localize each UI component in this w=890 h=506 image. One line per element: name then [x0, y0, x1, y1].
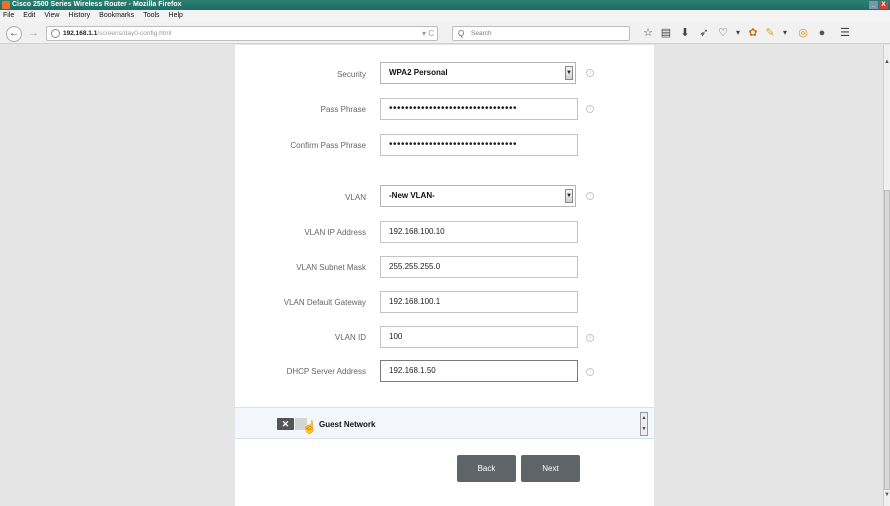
pass-phrase-label: Pass Phrase [320, 105, 366, 114]
send-icon[interactable]: ➶ [697, 26, 711, 40]
info-icon[interactable]: i [586, 69, 594, 77]
library-icon[interactable]: ▤ [659, 26, 673, 40]
guest-network-section: ✕ ☝ Guest Network ▲ ▼ [235, 407, 654, 439]
vlan-value: -New VLAN- [389, 191, 435, 200]
vlan-gateway-input[interactable]: 192.168.100.1 [380, 291, 578, 313]
star-icon[interactable]: ☆ [641, 26, 655, 40]
info-icon[interactable]: i [586, 334, 594, 342]
reload-icon[interactable]: ▾ C [422, 27, 434, 40]
pocket-icon[interactable]: ♡ [716, 26, 730, 40]
page-scrollbar[interactable]: ▲ ▼ [883, 45, 890, 506]
navigation-toolbar: ← → 192.168.1.1/screens/day0-config.html… [0, 22, 890, 44]
dhcp-server-input[interactable]: 192.168.1.50 [380, 360, 578, 382]
config-panel: Security WPA2 Personal ▼ i Pass Phrase •… [235, 45, 654, 506]
hamburger-menu-icon[interactable]: ☰ [838, 26, 852, 40]
vlan-select[interactable]: -New VLAN- ▼ [380, 185, 576, 207]
guest-network-label: Guest Network [319, 420, 376, 429]
menu-view[interactable]: View [44, 10, 59, 22]
vlan-ip-input[interactable]: 192.168.100.10 [380, 221, 578, 243]
url-bar[interactable]: 192.168.1.1/screens/day0-config.html ▾ C [46, 26, 438, 41]
hand-cursor-icon: ☝ [302, 420, 317, 434]
dhcp-server-label: DHCP Server Address [286, 367, 366, 376]
back-button[interactable]: Back [457, 455, 516, 482]
pass-phrase-input[interactable]: •••••••••••••••••••••••••••••••• [380, 98, 578, 120]
dropdown-arrow-icon[interactable]: ▼ [565, 189, 573, 203]
info-icon[interactable]: i [586, 105, 594, 113]
download-icon[interactable]: ⬇ [678, 26, 692, 40]
firefox-app-icon [2, 1, 10, 9]
menu-history[interactable]: History [68, 10, 90, 22]
security-value: WPA2 Personal [389, 68, 448, 77]
search-placeholder: Search [471, 30, 492, 37]
close-button[interactable]: X [879, 1, 888, 9]
firefox-icon[interactable]: ◎ [796, 26, 810, 40]
title-bar: Cisco 2500 Series Wireless Router - Mozi… [0, 0, 890, 10]
scroll-up-icon[interactable]: ▲ [884, 59, 890, 65]
scrollbar-thumb[interactable] [884, 190, 890, 490]
vlan-gateway-label: VLAN Default Gateway [283, 298, 366, 307]
menu-caret-icon[interactable]: ▾ [731, 26, 745, 40]
vlan-id-label: VLAN ID [334, 333, 366, 342]
addon-icon[interactable]: ✿ [746, 26, 760, 40]
security-label: Security [337, 70, 366, 79]
vlan-mask-input[interactable]: 255.255.255.0 [380, 256, 578, 278]
menu-tools[interactable]: Tools [143, 10, 159, 22]
site-info-icon[interactable] [51, 29, 60, 38]
confirm-pass-phrase-label: Confirm Pass Phrase [290, 141, 366, 150]
dropdown-arrow-icon[interactable]: ▼ [565, 66, 573, 80]
chat-icon[interactable]: ● [815, 26, 829, 40]
menu-caret-icon[interactable]: ▾ [778, 26, 792, 40]
url-host: 192.168.1.1 [63, 30, 98, 37]
firefox-window: Cisco 2500 Series Wireless Router - Mozi… [0, 0, 890, 506]
scroll-down-icon[interactable]: ▼ [884, 492, 890, 498]
info-icon[interactable]: i [586, 368, 594, 376]
window-title: Cisco 2500 Series Wireless Router - Mozi… [12, 1, 182, 8]
info-icon[interactable]: i [586, 192, 594, 200]
url-path: /screens/day0-config.html [97, 30, 172, 37]
forward-arrow-icon[interactable]: → [28, 26, 39, 40]
vlan-mask-label: VLAN Subnet Mask [296, 263, 366, 272]
vlan-ip-label: VLAN IP Address [304, 228, 366, 237]
menu-bookmarks[interactable]: Bookmarks [99, 10, 134, 22]
back-arrow-icon[interactable]: ← [6, 26, 22, 42]
next-button[interactable]: Next [521, 455, 580, 482]
window-controls: _ X [869, 1, 888, 9]
security-select[interactable]: WPA2 Personal ▼ [380, 62, 576, 84]
vlan-label: VLAN [345, 193, 366, 202]
search-input[interactable]: Q Search [452, 26, 630, 41]
vlan-id-input[interactable]: 100 [380, 326, 578, 348]
toggle-off-icon: ✕ [277, 418, 294, 430]
addon-icon[interactable]: ✎ [763, 26, 777, 40]
confirm-pass-phrase-input[interactable]: •••••••••••••••••••••••••••••••• [380, 134, 578, 156]
menu-edit[interactable]: Edit [23, 10, 35, 22]
menu-file[interactable]: File [3, 10, 14, 22]
section-scrollbar[interactable]: ▲ ▼ [640, 412, 648, 436]
menu-bar: File Edit View History Bookmarks Tools H… [0, 10, 890, 22]
menu-help[interactable]: Help [169, 10, 183, 22]
search-icon: Q [458, 29, 465, 38]
page-viewport: Security WPA2 Personal ▼ i Pass Phrase •… [0, 45, 883, 506]
minimize-button[interactable]: _ [869, 1, 878, 9]
